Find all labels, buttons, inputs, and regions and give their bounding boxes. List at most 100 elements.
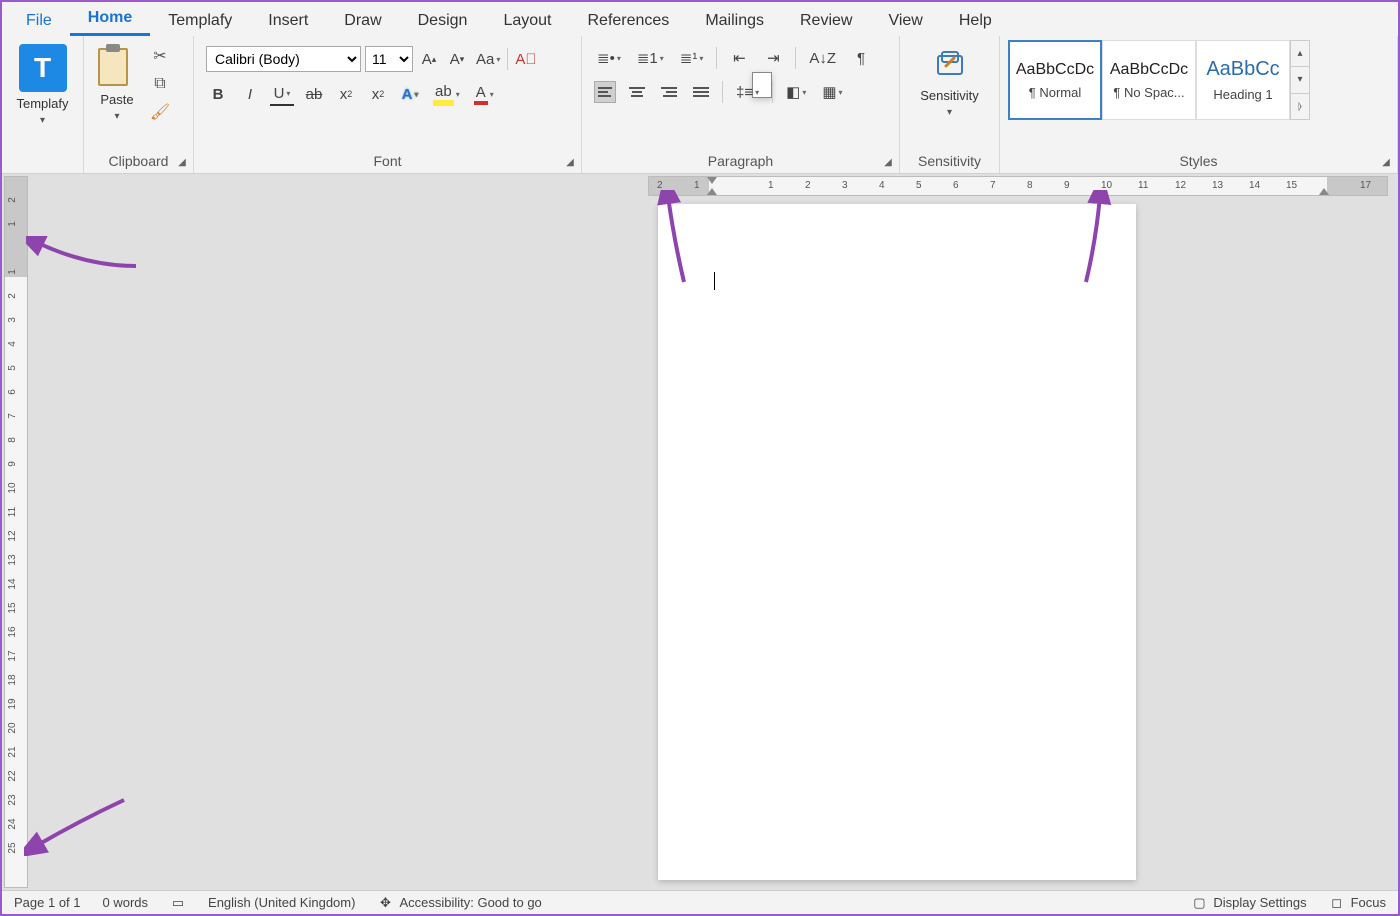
italic-button[interactable]: I bbox=[238, 82, 262, 106]
tab-help[interactable]: Help bbox=[941, 6, 1010, 36]
styles-scroll[interactable]: ▴ ▾ ⦊ bbox=[1290, 40, 1310, 120]
tab-design[interactable]: Design bbox=[400, 6, 486, 36]
styles-expand-icon[interactable]: ⦊ bbox=[1291, 94, 1309, 119]
paste-icon bbox=[98, 44, 136, 88]
text-effects-button[interactable]: A bbox=[398, 82, 422, 106]
group-paragraph: ≣• ≣1 ≣¹ ⇤ ⇥ A↓Z ¶ ‡≡ ◧ ▦ bbox=[582, 36, 900, 173]
sensitivity-icon bbox=[930, 44, 970, 84]
multilevel-button[interactable]: ≣¹ bbox=[677, 46, 707, 70]
font-group-label: Font bbox=[202, 153, 573, 171]
ribbon-tabs: File Home Templafy Insert Draw Design La… bbox=[2, 2, 1398, 36]
group-clipboard: Paste ▾ ✂ ⧉ 🖌 Clipboard ◢ bbox=[84, 36, 194, 173]
bullets-button[interactable]: ≣• bbox=[594, 46, 624, 70]
tab-insert[interactable]: Insert bbox=[250, 6, 326, 36]
group-templafy: T Templafy ▾ bbox=[2, 36, 84, 173]
templafy-label: Templafy bbox=[16, 96, 68, 111]
sensitivity-button[interactable]: Sensitivity ▾ bbox=[914, 40, 985, 122]
font-launcher[interactable]: ◢ bbox=[563, 155, 577, 169]
status-focus[interactable]: ◻Focus bbox=[1329, 895, 1386, 911]
underline-button[interactable]: U bbox=[270, 82, 294, 106]
sensitivity-label: Sensitivity bbox=[920, 88, 979, 103]
document-page[interactable] bbox=[658, 204, 1136, 880]
styles-group-label: Styles bbox=[1008, 153, 1389, 171]
display-icon: ▢ bbox=[1191, 895, 1207, 911]
paragraph-launcher[interactable]: ◢ bbox=[881, 155, 895, 169]
align-right-button[interactable] bbox=[658, 81, 680, 103]
clipboard-launcher[interactable]: ◢ bbox=[175, 155, 189, 169]
tab-mailings[interactable]: Mailings bbox=[687, 6, 782, 36]
first-line-indent-marker[interactable] bbox=[707, 177, 717, 184]
grow-font-button[interactable]: A▴ bbox=[417, 47, 441, 71]
chevron-down-icon: ▾ bbox=[947, 107, 952, 118]
styles-launcher[interactable]: ◢ bbox=[1379, 155, 1393, 169]
paste-button[interactable]: Paste ▾ bbox=[92, 40, 142, 126]
shading-button[interactable]: ◧ bbox=[783, 80, 809, 104]
shrink-font-button[interactable]: A▾ bbox=[445, 47, 469, 71]
annotation-arrow bbox=[24, 796, 134, 856]
tab-templafy[interactable]: Templafy bbox=[150, 6, 250, 36]
templafy-button[interactable]: T Templafy ▾ bbox=[10, 40, 74, 130]
tab-layout[interactable]: Layout bbox=[485, 6, 569, 36]
borders-button[interactable]: ▦ bbox=[819, 80, 845, 104]
right-indent-marker[interactable] bbox=[1319, 188, 1329, 195]
document-workspace: L 211234567891011121314151718 2112345678… bbox=[4, 176, 1396, 888]
tab-review[interactable]: Review bbox=[782, 6, 870, 36]
justify-button[interactable] bbox=[690, 81, 712, 103]
subscript-button[interactable]: x2 bbox=[334, 82, 358, 106]
annotation-arrow bbox=[26, 236, 146, 276]
highlight-button[interactable]: ab bbox=[430, 82, 463, 106]
strikethrough-button[interactable]: ab bbox=[302, 82, 326, 106]
superscript-button[interactable]: x2 bbox=[366, 82, 390, 106]
line-spacing-button[interactable]: ‡≡ bbox=[733, 80, 762, 104]
tab-draw[interactable]: Draw bbox=[326, 6, 399, 36]
status-accessibility[interactable]: ✥Accessibility: Good to go bbox=[377, 895, 541, 911]
style-normal[interactable]: AaBbCcDc ¶ Normal bbox=[1008, 40, 1102, 120]
status-spellcheck[interactable]: ▭ bbox=[170, 895, 186, 911]
paragraph-group-label: Paragraph bbox=[590, 153, 891, 171]
show-marks-button[interactable]: ¶ bbox=[849, 46, 873, 70]
tab-references[interactable]: References bbox=[569, 6, 687, 36]
bold-button[interactable]: B bbox=[206, 82, 230, 106]
accessibility-icon: ✥ bbox=[377, 895, 393, 911]
align-center-button[interactable] bbox=[626, 81, 648, 103]
hanging-indent-marker[interactable] bbox=[707, 188, 717, 195]
tab-file[interactable]: File bbox=[8, 6, 70, 36]
focus-icon: ◻ bbox=[1329, 895, 1345, 911]
vertical-ruler[interactable]: 2112345678910111213141516171819202122232… bbox=[4, 176, 28, 888]
horizontal-ruler[interactable]: 211234567891011121314151718 bbox=[648, 176, 1388, 196]
templafy-icon: T bbox=[19, 44, 67, 92]
paste-label: Paste bbox=[100, 92, 133, 107]
chevron-down-icon: ▾ bbox=[40, 115, 45, 126]
styles-up-icon[interactable]: ▴ bbox=[1291, 41, 1309, 67]
group-styles: AaBbCcDc ¶ Normal AaBbCcDc ¶ No Spac... … bbox=[1000, 36, 1398, 173]
increase-indent-button[interactable]: ⇥ bbox=[761, 46, 785, 70]
font-name-select[interactable]: Calibri (Body) bbox=[206, 46, 361, 72]
group-font: Calibri (Body) 11 A▴ A▾ Aa A⃠ B I U ab x… bbox=[194, 36, 582, 173]
style-no-spacing[interactable]: AaBbCcDc ¶ No Spac... bbox=[1102, 40, 1196, 120]
sensitivity-group-label: Sensitivity bbox=[908, 153, 991, 171]
decrease-indent-button[interactable]: ⇤ bbox=[727, 46, 751, 70]
change-case-button[interactable]: Aa bbox=[473, 47, 503, 71]
style-heading-1[interactable]: AaBbCc Heading 1 bbox=[1196, 40, 1290, 120]
sort-button[interactable]: A↓Z bbox=[806, 46, 839, 70]
text-cursor bbox=[714, 272, 715, 290]
status-bar: Page 1 of 1 0 words ▭ English (United Ki… bbox=[2, 890, 1398, 914]
styles-down-icon[interactable]: ▾ bbox=[1291, 67, 1309, 93]
status-display-settings[interactable]: ▢Display Settings bbox=[1191, 895, 1306, 911]
ribbon: T Templafy ▾ Paste ▾ ✂ ⧉ 🖌 Clipboard ◢ bbox=[2, 36, 1398, 174]
align-left-button[interactable] bbox=[594, 81, 616, 103]
status-page[interactable]: Page 1 of 1 bbox=[14, 895, 81, 910]
tab-view[interactable]: View bbox=[870, 6, 940, 36]
status-words[interactable]: 0 words bbox=[103, 895, 149, 910]
copy-icon[interactable]: ⧉ bbox=[150, 74, 170, 94]
cut-icon[interactable]: ✂ bbox=[150, 46, 170, 66]
numbering-button[interactable]: ≣1 bbox=[634, 46, 667, 70]
font-size-select[interactable]: 11 bbox=[365, 46, 413, 72]
format-painter-icon[interactable]: 🖌 bbox=[150, 102, 170, 122]
font-color-button[interactable]: A bbox=[471, 82, 497, 106]
clipboard-group-label: Clipboard bbox=[92, 153, 185, 171]
status-language[interactable]: English (United Kingdom) bbox=[208, 895, 355, 910]
tab-home[interactable]: Home bbox=[70, 3, 150, 36]
clear-formatting-button[interactable]: A⃠ bbox=[512, 47, 539, 71]
group-sensitivity: Sensitivity ▾ Sensitivity bbox=[900, 36, 1000, 173]
